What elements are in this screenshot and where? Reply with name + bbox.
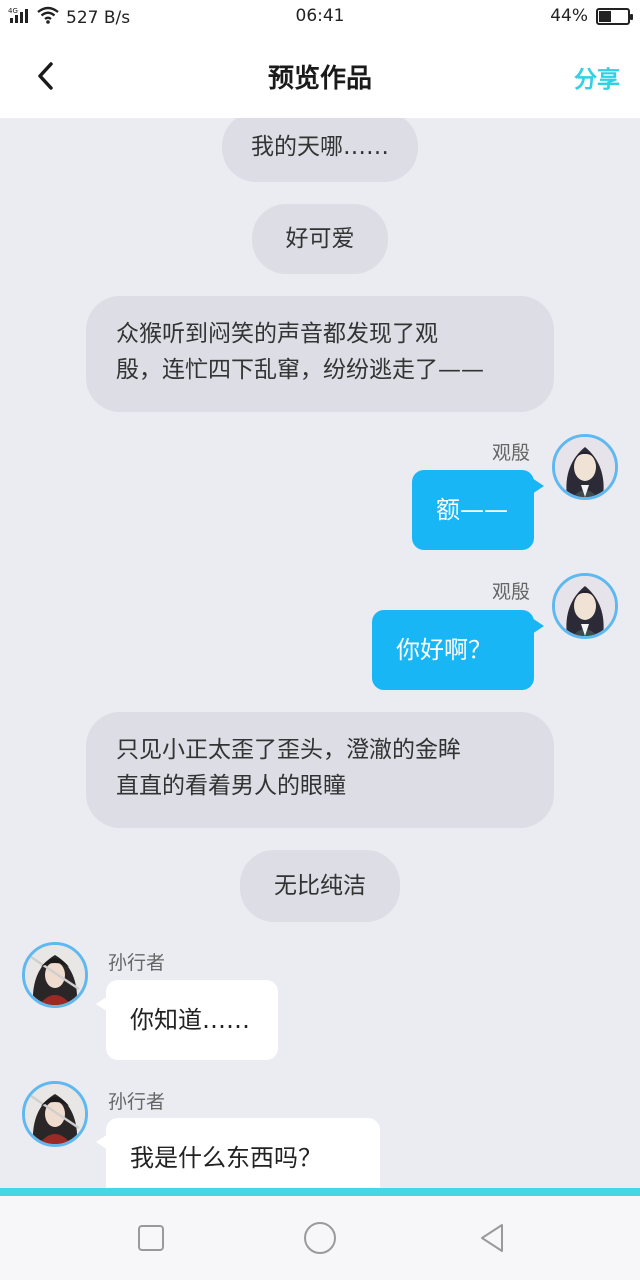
sender-name: 孙行者 — [108, 1091, 166, 1113]
sender-name: 观殷 — [492, 581, 531, 603]
system-nav-bar — [0, 1196, 640, 1280]
divider-line — [0, 1188, 640, 1196]
page-title: 预览作品 — [267, 64, 372, 94]
narration-bubble: 无比纯洁 — [240, 850, 400, 922]
app-header: 预览作品 分享 — [0, 34, 640, 118]
status-bar: 4G 527 B/s 06:41 44% — [0, 0, 640, 34]
circle-icon — [304, 1222, 336, 1254]
battery-percent: 44% — [550, 6, 588, 26]
character-portrait-icon — [25, 1084, 85, 1144]
chat-area[interactable]: 我的天哪…… 好可爱 众猴听到闷笑的声音都发现了观 殷，连忙四下乱窜，纷纷逃走了… — [0, 118, 640, 1188]
character-portrait-icon — [25, 945, 85, 1005]
message-bubble[interactable]: 你知道…… — [96, 980, 278, 1060]
character-portrait-icon — [555, 437, 615, 497]
avatar-guanyin[interactable] — [552, 573, 618, 639]
avatar-guanyin[interactable] — [552, 434, 618, 500]
battery-icon — [596, 7, 633, 25]
clock: 06:41 — [295, 6, 345, 26]
square-icon — [138, 1225, 164, 1251]
message-bubble[interactable]: 额—— — [412, 470, 544, 550]
narration-bubble: 只见小正太歪了歪头，澄澈的金眸 直直的看着男人的眼瞳 — [86, 712, 554, 828]
message-bubble[interactable]: 你好啊？ — [372, 610, 544, 690]
triangle-back-icon — [481, 1224, 503, 1252]
narration-bubble: 好可爱 — [252, 204, 388, 274]
avatar-sunxingzhe[interactable] — [22, 1081, 88, 1147]
message-bubble[interactable]: 我是什么东西吗？ — [96, 1118, 380, 1188]
avatar-sunxingzhe[interactable] — [22, 942, 88, 1008]
narration-bubble: 众猴听到闷笑的声音都发现了观 殷，连忙四下乱窜，纷纷逃走了—— — [86, 296, 554, 412]
home-button[interactable] — [298, 1216, 342, 1260]
character-portrait-icon — [555, 576, 615, 636]
nav-back-button[interactable] — [470, 1216, 514, 1260]
recent-apps-button[interactable] — [129, 1216, 173, 1260]
sender-name: 孙行者 — [108, 952, 166, 974]
sender-name: 观殷 — [492, 442, 531, 464]
narration-bubble: 我的天哪…… — [222, 118, 418, 182]
share-button[interactable]: 分享 — [574, 60, 620, 94]
